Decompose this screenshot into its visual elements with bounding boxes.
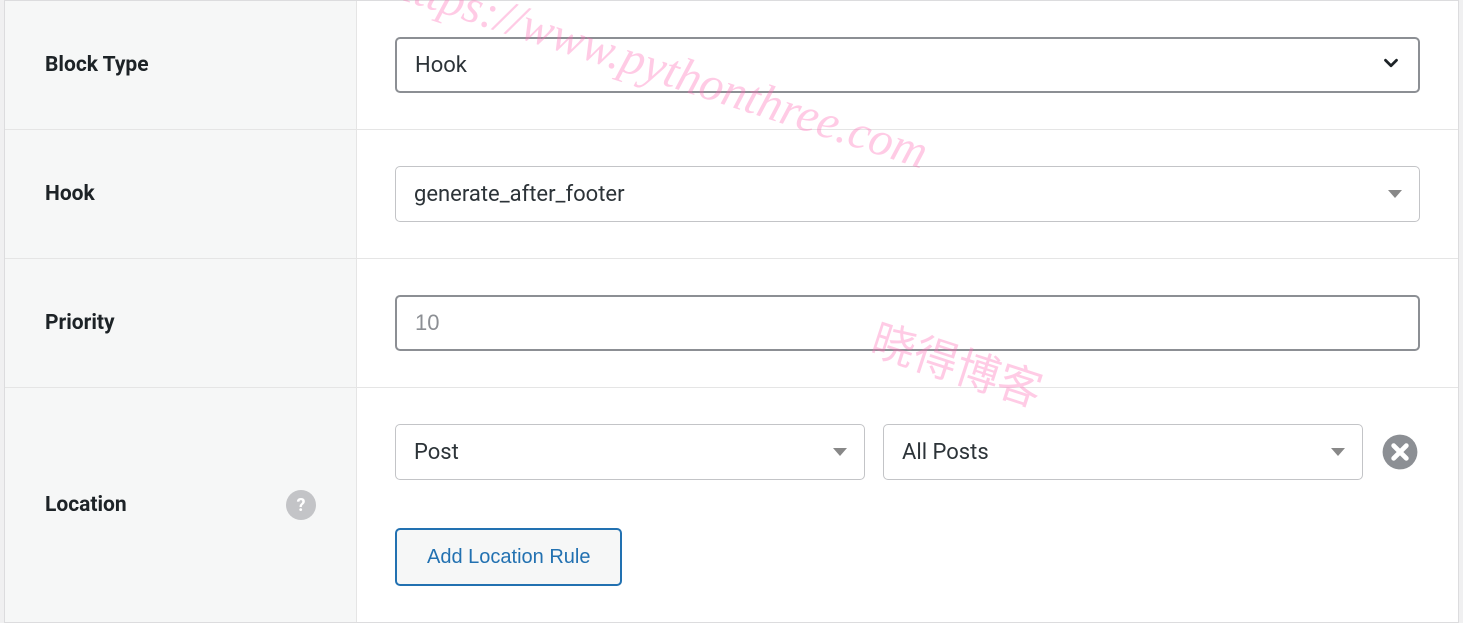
priority-control-cell <box>357 259 1458 387</box>
priority-label: Priority <box>45 311 115 335</box>
location-control-cell: Post All Posts Add <box>357 388 1458 622</box>
block-type-select-wrapper: Hook <box>395 37 1420 93</box>
location-condition-select[interactable]: Post <box>395 424 865 480</box>
add-location-rule-label: Add Location Rule <box>427 546 590 569</box>
hook-control-cell: generate_after_footer <box>357 130 1458 258</box>
block-type-label: Block Type <box>45 53 149 77</box>
block-settings-metabox: Block Type Hook Hook generate_after_foot… <box>4 0 1459 623</box>
location-row: Location ? Post All Posts <box>5 388 1458 622</box>
hook-value: generate_after_footer <box>414 182 625 207</box>
block-type-row: Block Type Hook <box>5 1 1458 130</box>
hook-select-wrapper: generate_after_footer <box>395 166 1420 222</box>
hook-select[interactable]: generate_after_footer <box>395 166 1420 222</box>
help-icon[interactable]: ? <box>286 490 316 520</box>
hook-row: Hook generate_after_footer <box>5 130 1458 259</box>
location-target-wrapper: All Posts <box>883 424 1363 480</box>
location-condition-value: Post <box>414 440 459 465</box>
location-condition-wrapper: Post <box>395 424 865 480</box>
block-type-select[interactable]: Hook <box>395 37 1420 93</box>
location-label: Location <box>45 493 127 517</box>
block-type-value: Hook <box>415 53 467 78</box>
hook-label-cell: Hook <box>5 130 357 258</box>
block-type-label-cell: Block Type <box>5 1 357 129</box>
location-label-cell: Location ? <box>5 388 357 622</box>
block-type-control-cell: Hook <box>357 1 1458 129</box>
priority-label-cell: Priority <box>5 259 357 387</box>
location-target-select[interactable]: All Posts <box>883 424 1363 480</box>
remove-rule-button[interactable] <box>1381 433 1419 471</box>
priority-row: Priority <box>5 259 1458 388</box>
hook-label: Hook <box>45 182 95 206</box>
add-location-rule-button[interactable]: Add Location Rule <box>395 528 622 586</box>
priority-input[interactable] <box>395 295 1420 351</box>
location-target-value: All Posts <box>902 440 989 465</box>
location-rule-row: Post All Posts <box>395 424 1420 480</box>
